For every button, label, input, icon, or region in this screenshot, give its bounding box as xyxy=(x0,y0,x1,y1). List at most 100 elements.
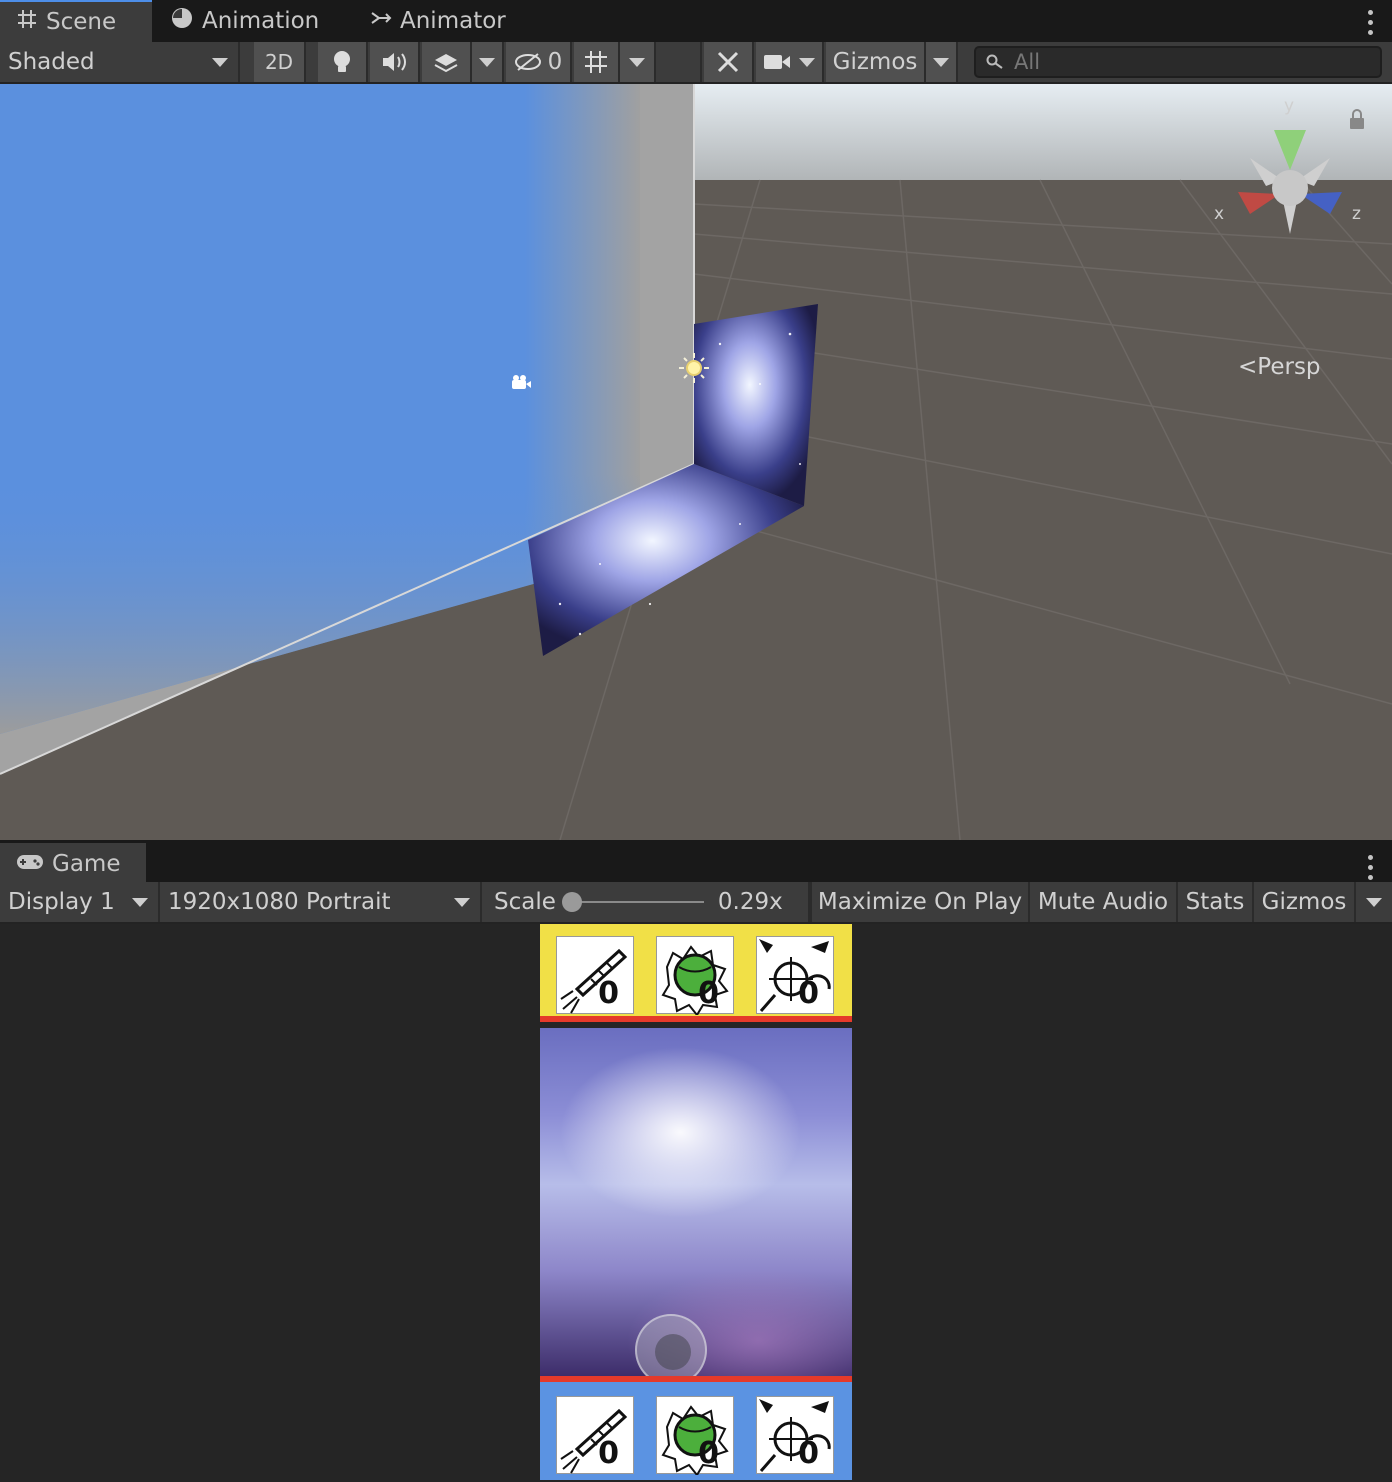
stats-toggle[interactable]: Stats xyxy=(1178,882,1254,922)
maximize-on-play-label: Maximize On Play xyxy=(817,889,1023,915)
projection-label: Persp xyxy=(1257,354,1321,380)
chevron-down-icon xyxy=(799,57,815,67)
missile-count: 0 xyxy=(598,976,619,1011)
projection-toggle[interactable]: <Persp xyxy=(1238,354,1321,380)
scale-slider-track xyxy=(569,901,704,903)
tab-game-label: Game xyxy=(52,850,121,877)
scale-control: Scale 0.29x xyxy=(484,882,810,922)
chevron-down-icon xyxy=(212,57,228,67)
axis-y-label: y xyxy=(1284,96,1295,116)
hidden-objects-toggle[interactable]: 0 xyxy=(506,42,572,82)
hidden-count: 0 xyxy=(547,49,563,75)
tab-scene[interactable]: Scene xyxy=(0,0,152,42)
missile-count: 0 xyxy=(598,1436,619,1471)
display-dropdown[interactable]: Display 1 xyxy=(0,882,160,922)
axis-z-label[interactable]: z xyxy=(1352,204,1361,224)
rocket-missile-icon xyxy=(560,948,628,1014)
maximize-on-play-toggle[interactable]: Maximize On Play xyxy=(810,882,1030,922)
scale-slider[interactable] xyxy=(561,892,704,912)
turret-card[interactable]: 0 xyxy=(756,936,834,1014)
scene-toolbar: Shaded 2D 0 Gizmos All xyxy=(0,42,1392,84)
tab-animator[interactable]: Animator xyxy=(354,0,534,42)
game-tab-bar: Game xyxy=(0,840,1392,884)
game-gizmos-label: Gizmos xyxy=(1261,889,1347,915)
stats-label: Stats xyxy=(1185,889,1245,915)
lightbulb-icon xyxy=(334,51,350,72)
resolution-value: 1920x1080 Portrait xyxy=(168,889,391,915)
grid-snap-icon xyxy=(585,51,607,73)
game-viewport[interactable]: 0 0 0 0 0 0 xyxy=(0,924,1392,1482)
tab-animator-label: Animator xyxy=(400,8,506,34)
toggle-2d-label: 2D xyxy=(264,50,294,74)
effects-dropdown[interactable] xyxy=(472,42,504,82)
lighting-toggle-button[interactable] xyxy=(318,42,368,82)
green-bomb-icon xyxy=(661,1405,729,1475)
grid-hash-icon xyxy=(16,8,38,36)
layers-effects-icon xyxy=(434,54,458,73)
game-gizmos-button[interactable]: Gizmos xyxy=(1254,882,1356,922)
chevron-down-icon xyxy=(1366,897,1382,907)
game-more-menu-icon[interactable] xyxy=(1368,855,1374,880)
tools-cross-icon xyxy=(717,51,739,73)
tab-animation-label: Animation xyxy=(202,8,320,34)
audio-toggle-button[interactable] xyxy=(370,42,420,82)
bomb-count: 0 xyxy=(698,976,719,1011)
tools-button[interactable] xyxy=(704,42,754,82)
scene-gizmos-dropdown[interactable] xyxy=(926,42,958,82)
clock-pie-icon xyxy=(170,6,194,36)
toggle-2d-button[interactable]: 2D xyxy=(254,42,306,82)
chevron-down-icon xyxy=(933,57,949,67)
turret-count: 0 xyxy=(798,976,819,1011)
speaker-icon xyxy=(383,53,406,71)
display-value: Display 1 xyxy=(8,889,115,915)
scene-gizmos-label: Gizmos xyxy=(832,49,918,75)
tab-animation[interactable]: Animation xyxy=(154,0,354,42)
gamepad-icon xyxy=(16,851,44,877)
rocket-missile-icon xyxy=(560,1408,628,1474)
scene-render xyxy=(0,84,1392,840)
scale-slider-handle[interactable] xyxy=(561,892,582,912)
bomb-card[interactable]: 0 xyxy=(656,936,734,1015)
mute-audio-label: Mute Audio xyxy=(1037,889,1169,915)
camera-settings-button[interactable] xyxy=(756,42,824,82)
chevron-down-icon xyxy=(479,57,495,67)
scene-gizmos-button[interactable]: Gizmos xyxy=(826,42,926,82)
grid-toggle-button[interactable] xyxy=(574,42,620,82)
hierarchy-search-input[interactable]: All xyxy=(974,46,1382,78)
toolbar-spacer xyxy=(658,42,702,82)
tab-game[interactable]: Game xyxy=(0,843,146,884)
shading-mode-dropdown[interactable]: Shaded xyxy=(0,42,240,82)
chevron-down-icon xyxy=(629,57,645,67)
scale-label: Scale xyxy=(494,889,556,915)
scene-tab-bar: Scene Animation Animator xyxy=(0,0,1392,42)
tab-scene-label: Scene xyxy=(46,9,117,35)
green-bomb-icon xyxy=(661,945,729,1015)
top-hud-bar: 0 0 0 xyxy=(540,924,852,1022)
video-camera-icon xyxy=(764,55,790,69)
chevron-left-icon: < xyxy=(1238,354,1258,380)
mute-audio-toggle[interactable]: Mute Audio xyxy=(1030,882,1178,922)
resolution-dropdown[interactable]: 1920x1080 Portrait xyxy=(160,882,482,922)
search-icon xyxy=(986,54,1003,69)
chevron-down-icon xyxy=(454,897,470,907)
chevron-down-icon xyxy=(132,897,148,907)
bottom-hud-bar: 0 0 0 xyxy=(540,1376,852,1480)
missile-card[interactable]: 0 xyxy=(556,936,634,1014)
bomb-count: 0 xyxy=(698,1436,719,1471)
axis-x-label[interactable]: x xyxy=(1214,204,1224,224)
grid-dropdown[interactable] xyxy=(620,42,656,82)
scale-value: 0.29x xyxy=(717,889,783,915)
turret-count: 0 xyxy=(798,1436,819,1471)
crosshair-turret-icon xyxy=(759,1399,831,1472)
shading-mode-value: Shaded xyxy=(8,49,95,75)
effects-toggle-button[interactable] xyxy=(422,42,472,82)
bomb-card[interactable]: 0 xyxy=(656,1396,734,1475)
crosshair-turret-icon xyxy=(759,939,831,1012)
search-placeholder: All xyxy=(1014,50,1041,74)
scene-viewport[interactable]: y x z <Persp xyxy=(0,84,1392,840)
game-screen[interactable]: 0 0 0 0 0 0 xyxy=(540,924,852,1480)
scene-more-menu-icon[interactable] xyxy=(1368,10,1374,35)
game-gizmos-dropdown[interactable] xyxy=(1356,882,1392,922)
missile-card[interactable]: 0 xyxy=(556,1396,634,1474)
turret-card[interactable]: 0 xyxy=(756,1396,834,1474)
